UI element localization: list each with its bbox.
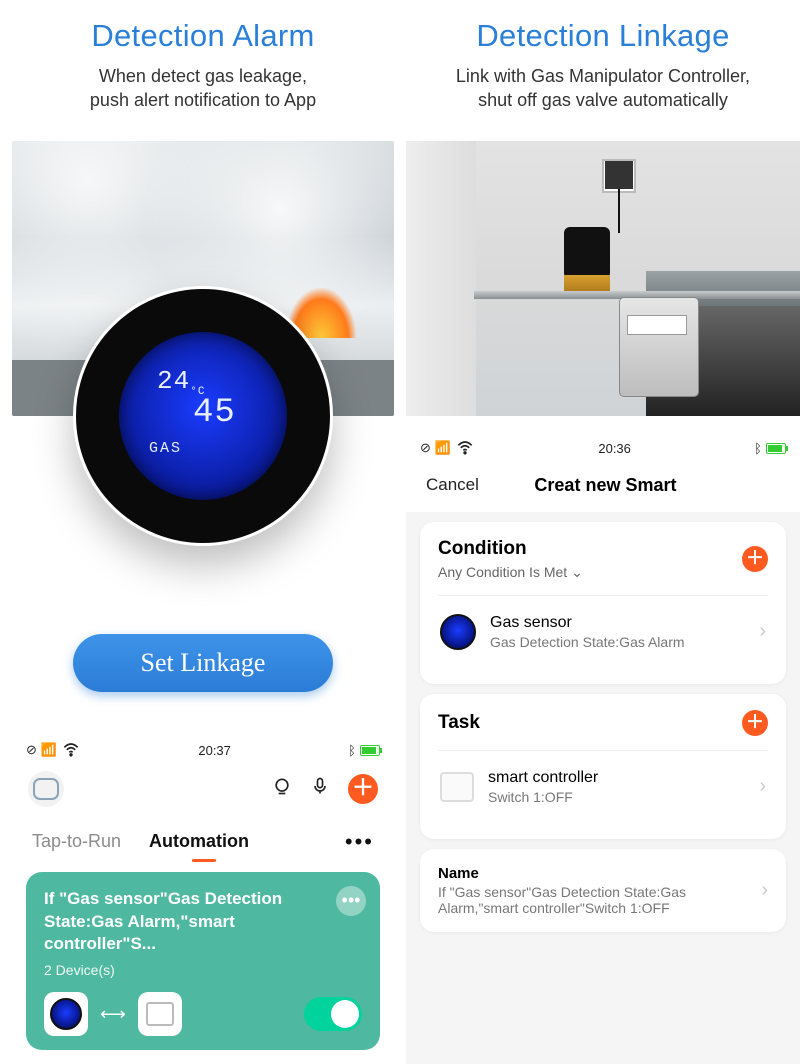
condition-item[interactable]: Gas sensor Gas Detection State:Gas Alarm… (438, 595, 768, 668)
wifi-icon (61, 739, 81, 762)
automation-card[interactable]: ••• If "Gas sensor"Gas Detection State:G… (26, 872, 380, 1051)
task-item-name: smart controller (488, 769, 759, 787)
condition-card: Condition Any Condition Is Met ⌄ ＋ Gas s… (420, 522, 786, 684)
device-thumb-controller (138, 992, 182, 1036)
condition-item-name: Gas sensor (490, 614, 759, 632)
chevron-right-icon: › (761, 879, 768, 902)
tab-automation[interactable]: Automation (149, 831, 249, 852)
pipe-photo (406, 141, 800, 416)
device-thumb-sensor (44, 992, 88, 1036)
chevron-right-icon: › (759, 775, 766, 798)
signal-icon: 📶 (435, 440, 451, 456)
task-heading: Task (438, 712, 480, 734)
controller-icon (440, 772, 474, 802)
condition-heading: Condition (438, 538, 583, 560)
status-time: 20:36 (598, 441, 631, 456)
condition-item-state: Gas Detection State:Gas Alarm (490, 634, 759, 650)
bluetooth-icon: ᛒ (754, 441, 762, 456)
chevron-down-icon: ⌄ (571, 564, 583, 580)
gas-sensor-device: 24°C 45 GAS (73, 286, 333, 546)
status-time: 20:37 (198, 743, 231, 758)
sensor-humidity: 45 (193, 394, 236, 432)
left-header-subtitle: When detect gas leakage, push alert noti… (12, 64, 394, 113)
link-arrow-icon: ⟷ (100, 1004, 126, 1025)
no-sim-icon: ⊘ (26, 742, 37, 758)
phone-left: ⊘ 📶 20:37 ᛒ (12, 736, 394, 1051)
condition-rule-dropdown[interactable]: Any Condition Is Met ⌄ (438, 564, 583, 581)
gas-sensor-icon (440, 614, 476, 650)
tab-tap-to-run[interactable]: Tap-to-Run (32, 831, 121, 852)
phone-right: ⊘ 📶 20:36 ᛒ Cancel Creat new Smart (406, 434, 800, 1064)
task-item[interactable]: smart controller Switch 1:OFF › (438, 750, 768, 823)
status-bar-right: ⊘ 📶 20:36 ᛒ (406, 434, 800, 463)
right-header-subtitle: Link with Gas Manipulator Controller, sh… (406, 64, 800, 113)
task-item-state: Switch 1:OFF (488, 789, 759, 805)
name-card[interactable]: Name If "Gas sensor"Gas Detection State:… (420, 849, 786, 932)
tabs-more-button[interactable]: ••• (345, 829, 374, 855)
wifi-icon (455, 437, 475, 460)
assistant-icon[interactable] (28, 771, 64, 807)
camera-icon[interactable] (272, 776, 292, 801)
left-header-title: Detection Alarm (12, 18, 394, 54)
sensor-gas-label: GAS (149, 440, 182, 457)
name-value: If "Gas sensor"Gas Detection State:Gas A… (438, 884, 761, 916)
automation-device-count: 2 Device(s) (44, 962, 362, 978)
chevron-right-icon: › (759, 620, 766, 643)
nav-title: Creat new Smart (431, 475, 780, 496)
add-condition-button[interactable]: ＋ (742, 546, 768, 572)
mic-icon[interactable] (310, 776, 330, 801)
right-header-title: Detection Linkage (406, 18, 800, 54)
task-card: Task ＋ smart controller Switch 1:OFF › (420, 694, 786, 839)
bluetooth-icon: ᛒ (348, 743, 356, 758)
name-label: Name (438, 865, 761, 882)
add-task-button[interactable]: ＋ (742, 710, 768, 736)
card-menu-button[interactable]: ••• (336, 886, 366, 916)
status-bar-left: ⊘ 📶 20:37 ᛒ (12, 736, 394, 765)
battery-icon (766, 443, 786, 454)
automation-toggle[interactable] (304, 997, 362, 1031)
set-linkage-button[interactable]: Set Linkage (73, 634, 333, 692)
no-sim-icon: ⊘ (420, 440, 431, 456)
tab-active-indicator (192, 859, 216, 862)
add-button[interactable]: ＋ (348, 774, 378, 804)
signal-icon: 📶 (41, 742, 57, 758)
battery-icon (360, 745, 380, 756)
automation-title: If "Gas sensor"Gas Detection State:Gas A… (44, 888, 362, 957)
